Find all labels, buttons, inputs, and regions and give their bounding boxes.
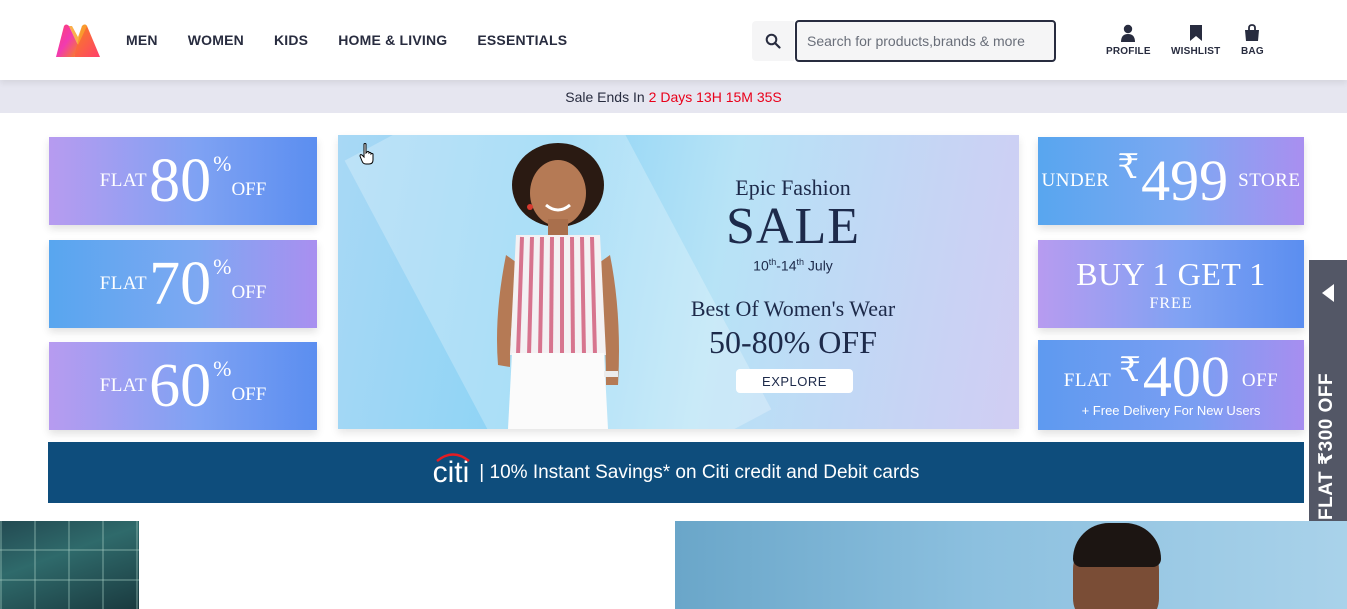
flat-60-off-tile[interactable]: FLAT 60 % OFF <box>49 342 317 430</box>
tile-percent: % <box>213 151 232 176</box>
sale-countdown-strip: Sale Ends In 2 Days 13H 15M 35S <box>0 80 1347 113</box>
tile-flat-label: FLAT <box>99 170 148 191</box>
bag-button[interactable]: BAG <box>1241 24 1264 57</box>
main-nav: MEN WOMEN KIDS HOME & LIVING ESSENTIALS <box>126 0 597 80</box>
sale-timer: 2 Days 13H 15M 35S <box>648 88 782 105</box>
flat-300-off-side-tab[interactable]: FLAT ₹300 OFF <box>1309 260 1347 543</box>
tile-off-label: OFF <box>231 282 267 303</box>
epic-fashion-sale-banner[interactable]: Epic Fashion SALE 10th-14th July Best Of… <box>338 135 1019 429</box>
rupee-symbol: ₹ <box>1119 352 1141 389</box>
search-button[interactable] <box>752 21 794 61</box>
bag-label: BAG <box>1241 46 1264 57</box>
tile-value: 499 <box>1141 148 1229 213</box>
banner-best-of-womens: Best Of Women's Wear <box>690 295 896 321</box>
bottom-left-image[interactable] <box>0 521 139 609</box>
tile-percent: % <box>213 254 232 279</box>
bogo-title: BUY 1 GET 1 <box>1076 255 1266 292</box>
profile-button[interactable]: PROFILE <box>1106 24 1151 57</box>
bottom-right-image[interactable] <box>675 521 1347 609</box>
tile-store-label: STORE <box>1238 170 1301 191</box>
bogo-free: FREE <box>1149 294 1193 312</box>
tile-value: 70 <box>149 250 212 318</box>
tile-value: 80 <box>149 147 212 215</box>
tile-off-label: OFF <box>231 384 267 405</box>
tile-percent: % <box>213 356 232 381</box>
side-tab-text: FLAT ₹300 OFF <box>1316 372 1337 520</box>
tile-off-label: OFF <box>1241 370 1279 391</box>
under-499-store-tile[interactable]: UNDER ₹ 499 STORE <box>1038 137 1304 225</box>
citi-logo: citi <box>433 452 470 490</box>
rupee-symbol: ₹ <box>1117 149 1140 186</box>
banner-dates: 10th-14th July <box>753 257 833 274</box>
search-icon <box>765 33 781 49</box>
tile-off-label: OFF <box>231 179 267 200</box>
model-image <box>497 143 619 429</box>
tile-under-label: UNDER <box>1041 170 1110 191</box>
nav-essentials[interactable]: ESSENTIALS <box>477 32 567 48</box>
tile-value: 60 <box>149 352 212 420</box>
flat-400-off-tile[interactable]: FLAT ₹ 400 OFF + Free Delivery For New U… <box>1038 340 1304 430</box>
user-icon <box>1121 24 1136 42</box>
tile-flat-label: FLAT <box>99 273 148 294</box>
hand-cursor-icon <box>359 143 374 165</box>
myntra-logo[interactable] <box>52 23 104 59</box>
tile-flat-label: FLAT <box>1063 370 1112 391</box>
flat-80-off-tile[interactable]: FLAT 80 % OFF <box>49 137 317 225</box>
wishlist-label: WISHLIST <box>1171 46 1221 57</box>
citi-offer-strip[interactable]: citi | 10% Instant Savings* on Citi cred… <box>48 442 1304 503</box>
flat-70-off-tile[interactable]: FLAT 70 % OFF <box>49 240 317 328</box>
banner-sale-title: SALE <box>726 198 860 255</box>
buy-1-get-1-tile[interactable]: BUY 1 GET 1 FREE <box>1038 240 1304 328</box>
bookmark-icon <box>1189 25 1202 41</box>
nav-women[interactable]: WOMEN <box>188 32 244 48</box>
tile-value: 400 <box>1142 344 1230 409</box>
bag-icon <box>1245 24 1260 41</box>
page: MEN WOMEN KIDS HOME & LIVING ESSENTIALS … <box>0 0 1347 609</box>
tile-flat-label: FLAT <box>99 375 148 396</box>
top-header: MEN WOMEN KIDS HOME & LIVING ESSENTIALS … <box>0 0 1347 80</box>
citi-offer-text: | 10% Instant Savings* on Citi credit an… <box>479 461 920 483</box>
profile-label: PROFILE <box>1106 46 1151 57</box>
nav-kids[interactable]: KIDS <box>274 32 308 48</box>
collapse-arrow-icon[interactable] <box>1322 284 1334 302</box>
banner-text-block: Epic Fashion SALE 10th-14th July Best Of… <box>688 175 898 361</box>
nav-home-living[interactable]: HOME & LIVING <box>338 32 447 48</box>
citi-arc-icon <box>435 452 470 462</box>
wishlist-button[interactable]: WISHLIST <box>1171 24 1220 57</box>
search-input[interactable] <box>795 20 1056 62</box>
sale-ends-label: Sale Ends In <box>565 88 645 105</box>
banner-discount: 50-80% OFF <box>708 323 877 360</box>
nav-men[interactable]: MEN <box>126 32 158 48</box>
explore-button[interactable]: EXPLORE <box>736 369 853 393</box>
free-delivery-note: + Free Delivery For New Users <box>1081 403 1261 418</box>
